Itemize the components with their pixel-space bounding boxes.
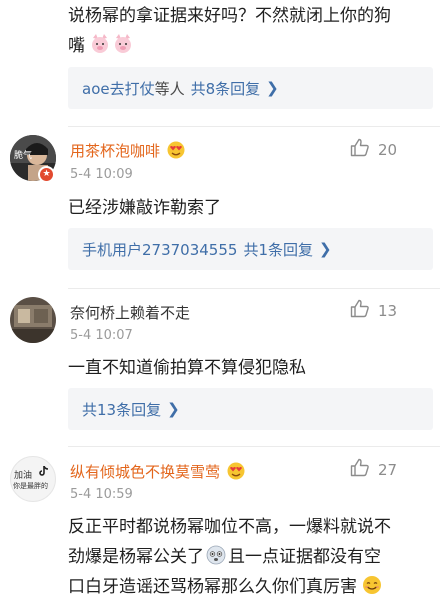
timestamp: 5-4 10:07 — [70, 328, 133, 343]
like-button[interactable]: 13 — [350, 299, 397, 322]
avatar-text-top: 加油 — [14, 471, 33, 481]
comment-text: 一直不知道偷拍算不算侵犯隐私 — [68, 358, 306, 378]
comment-text: 已经涉嫌敲诈勒索了 — [68, 198, 221, 218]
comment-text-line-3: 口白牙造谣还骂杨幂那么久你们真厉害 — [68, 574, 382, 603]
verified-badge-icon: ★ — [38, 166, 55, 183]
thumbs-up-icon — [350, 299, 370, 322]
tiktok-logo-icon — [39, 462, 49, 481]
heart-eyes-emoji-icon — [227, 462, 245, 484]
divider — [68, 126, 440, 127]
like-button[interactable]: 20 — [350, 138, 397, 161]
chevron-right-icon: ❯ — [318, 240, 332, 258]
like-button[interactable]: 27 — [350, 458, 397, 481]
reply-summary-box[interactable]: aoe去打仗 等人 共8条回复 ❯ — [68, 67, 433, 109]
scared-face-emoji-icon — [206, 545, 226, 573]
reply-summary-box[interactable]: 共13条回复 ❯ — [68, 388, 433, 430]
avatar-text-bottom: 你是最胖的 — [13, 482, 48, 490]
reply-summary-box[interactable]: 手机用户2737034555 共1条回复 ❯ — [68, 228, 433, 270]
timestamp: 5-4 10:59 — [70, 487, 133, 502]
comment-text-line-1: 说杨幂的拿证据来好吗？不然就闭上你的狗 — [68, 6, 391, 26]
reply-count[interactable]: 共1条回复 — [243, 239, 313, 260]
reply-suffix: 等人 — [154, 79, 185, 98]
reply-user-link[interactable]: 手机用户2737034555 — [82, 239, 237, 260]
comment-text-line-2: 劲爆是杨幂公关了 且一点证据都没有空 — [68, 544, 381, 573]
reply-user-link[interactable]: aoe去打仗 — [82, 78, 155, 99]
thumbs-up-icon — [350, 138, 370, 161]
heart-eyes-emoji-icon — [167, 141, 185, 163]
chevron-right-icon: ❯ — [167, 400, 180, 418]
username[interactable]: 纵有倾城色不换莫雪莺 — [70, 461, 245, 484]
smile-emoji-icon — [362, 575, 382, 603]
avatar[interactable]: 加油 你是最胖的 — [10, 456, 56, 502]
like-count: 27 — [378, 460, 398, 479]
chevron-right-icon: ❯ — [266, 79, 279, 97]
divider — [68, 288, 440, 289]
comment-text-line-1: 反正平时都说杨幂咖位不高，一爆料就说不 — [68, 517, 391, 537]
thumbs-up-icon — [350, 458, 370, 481]
pig-emoji-icon — [90, 34, 134, 62]
reply-count[interactable]: 共13条回复 — [82, 399, 161, 420]
reply-count[interactable]: 共8条回复 — [191, 78, 261, 99]
avatar-caption: 脆气 — [14, 151, 33, 161]
timestamp: 5-4 10:09 — [70, 167, 133, 182]
comment-text-line-2: 嘴 — [68, 33, 134, 62]
divider — [68, 446, 440, 447]
like-count: 13 — [378, 301, 398, 320]
avatar[interactable] — [10, 297, 56, 343]
like-count: 20 — [378, 140, 398, 159]
username[interactable]: 奈何桥上赖着不走 — [70, 302, 190, 323]
username[interactable]: 用茶杯泡咖啡 — [70, 140, 185, 163]
